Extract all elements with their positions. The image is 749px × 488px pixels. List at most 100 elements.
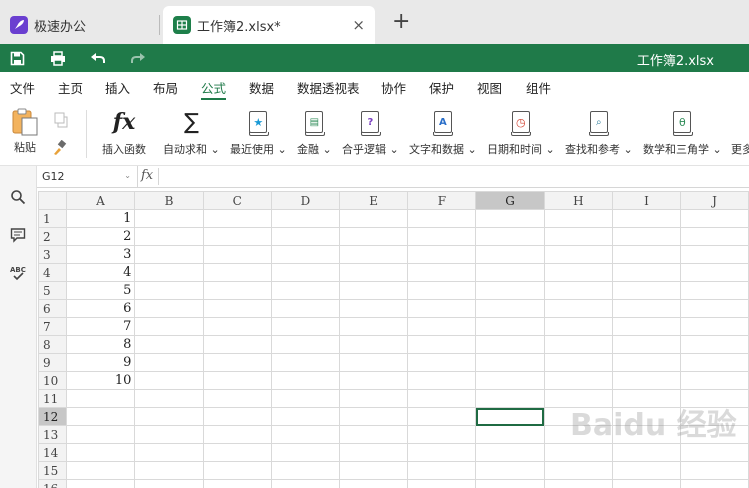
cell[interactable] xyxy=(339,353,409,372)
row-header[interactable]: 16 xyxy=(38,479,67,488)
cell[interactable] xyxy=(134,425,204,444)
row-header[interactable]: 12 xyxy=(38,407,67,426)
cell[interactable] xyxy=(134,227,204,246)
cell[interactable] xyxy=(543,353,614,372)
cell[interactable] xyxy=(134,407,204,426)
cell[interactable] xyxy=(612,263,681,282)
column-header[interactable]: G xyxy=(475,191,545,210)
cell[interactable] xyxy=(65,425,136,444)
cell[interactable] xyxy=(407,371,477,390)
cell[interactable] xyxy=(134,443,204,462)
cell[interactable] xyxy=(475,245,545,264)
cell[interactable] xyxy=(270,461,341,480)
cell[interactable] xyxy=(475,353,545,372)
fx-icon[interactable]: fx xyxy=(141,168,153,183)
cell[interactable] xyxy=(270,209,341,228)
cell[interactable] xyxy=(407,227,477,246)
cell[interactable] xyxy=(202,443,272,462)
cell[interactable] xyxy=(679,263,749,282)
row-header[interactable]: 5 xyxy=(38,281,67,300)
cell[interactable] xyxy=(475,443,545,462)
cell[interactable] xyxy=(270,353,341,372)
cell[interactable] xyxy=(543,299,614,318)
cell[interactable] xyxy=(202,245,272,264)
cell[interactable] xyxy=(475,299,545,318)
new-tab-button[interactable]: + xyxy=(392,11,410,33)
cell[interactable] xyxy=(407,461,477,480)
cell[interactable] xyxy=(339,461,409,480)
cell[interactable] xyxy=(202,425,272,444)
print-icon[interactable] xyxy=(49,49,67,67)
active-cell[interactable] xyxy=(475,407,545,426)
cell[interactable] xyxy=(475,227,545,246)
autosum-button[interactable]: ∑ 自动求和 ⌄ xyxy=(163,108,220,157)
row-header[interactable]: 7 xyxy=(38,317,67,336)
row-header[interactable]: 6 xyxy=(38,299,67,318)
menu-view[interactable]: 视图 xyxy=(477,78,502,97)
cell[interactable] xyxy=(475,335,545,354)
menu-pivot[interactable]: 数据透视表 xyxy=(297,78,360,97)
row-header[interactable]: 10 xyxy=(38,371,67,390)
row-header[interactable]: 9 xyxy=(38,353,67,372)
cell[interactable] xyxy=(543,335,614,354)
select-all-corner[interactable] xyxy=(38,191,67,210)
cell[interactable] xyxy=(475,209,545,228)
cell[interactable] xyxy=(339,209,409,228)
cell[interactable] xyxy=(679,245,749,264)
search-icon[interactable] xyxy=(9,188,27,206)
menu-protect[interactable]: 保护 xyxy=(429,78,454,97)
cell[interactable] xyxy=(339,281,409,300)
cell[interactable] xyxy=(339,389,409,408)
cell[interactable] xyxy=(475,371,545,390)
cell[interactable] xyxy=(134,299,204,318)
logical-button[interactable]: ? 合乎逻辑 ⌄ xyxy=(342,108,399,157)
cell[interactable]: 9 xyxy=(65,353,136,372)
lookup-button[interactable]: ⌕ 查找和参考 ⌄ xyxy=(565,108,633,157)
cell[interactable] xyxy=(543,245,614,264)
name-box[interactable]: G12 ⌄ xyxy=(37,166,138,187)
column-header[interactable]: J xyxy=(679,191,749,210)
cell[interactable] xyxy=(612,335,681,354)
cell[interactable]: 4 xyxy=(65,263,136,282)
recent-button[interactable]: ★ 最近使用 ⌄ xyxy=(230,108,287,157)
format-painter-button[interactable] xyxy=(52,139,68,159)
cell[interactable] xyxy=(65,461,136,480)
cell[interactable] xyxy=(407,317,477,336)
cell[interactable] xyxy=(679,209,749,228)
cell[interactable] xyxy=(134,353,204,372)
column-header[interactable]: D xyxy=(270,191,341,210)
cell[interactable] xyxy=(202,281,272,300)
math-button[interactable]: θ 数学和三角学 ⌄ xyxy=(643,108,722,157)
column-header[interactable]: H xyxy=(543,191,614,210)
column-header[interactable]: F xyxy=(407,191,477,210)
cell[interactable] xyxy=(612,317,681,336)
cell[interactable] xyxy=(202,317,272,336)
cell[interactable] xyxy=(270,335,341,354)
cell[interactable]: 10 xyxy=(65,371,136,390)
tab-home[interactable]: 极速办公 xyxy=(0,6,160,44)
cell[interactable] xyxy=(270,263,341,282)
cell[interactable] xyxy=(475,263,545,282)
cell[interactable] xyxy=(270,407,341,426)
cell[interactable] xyxy=(270,317,341,336)
cell[interactable] xyxy=(407,299,477,318)
cell[interactable] xyxy=(679,317,749,336)
cell[interactable] xyxy=(202,407,272,426)
cell[interactable] xyxy=(543,209,614,228)
cell[interactable] xyxy=(270,443,341,462)
cell[interactable] xyxy=(612,227,681,246)
cell[interactable] xyxy=(270,281,341,300)
cell[interactable] xyxy=(134,245,204,264)
cell[interactable] xyxy=(407,407,477,426)
cell[interactable] xyxy=(270,299,341,318)
cell[interactable] xyxy=(134,281,204,300)
cell[interactable] xyxy=(339,245,409,264)
cell[interactable] xyxy=(543,263,614,282)
cell[interactable] xyxy=(612,245,681,264)
paste-button[interactable]: 粘贴 xyxy=(10,108,40,155)
cell[interactable] xyxy=(270,371,341,390)
cell[interactable] xyxy=(134,209,204,228)
cell[interactable] xyxy=(679,299,749,318)
cell[interactable]: 2 xyxy=(65,227,136,246)
cell[interactable] xyxy=(339,425,409,444)
